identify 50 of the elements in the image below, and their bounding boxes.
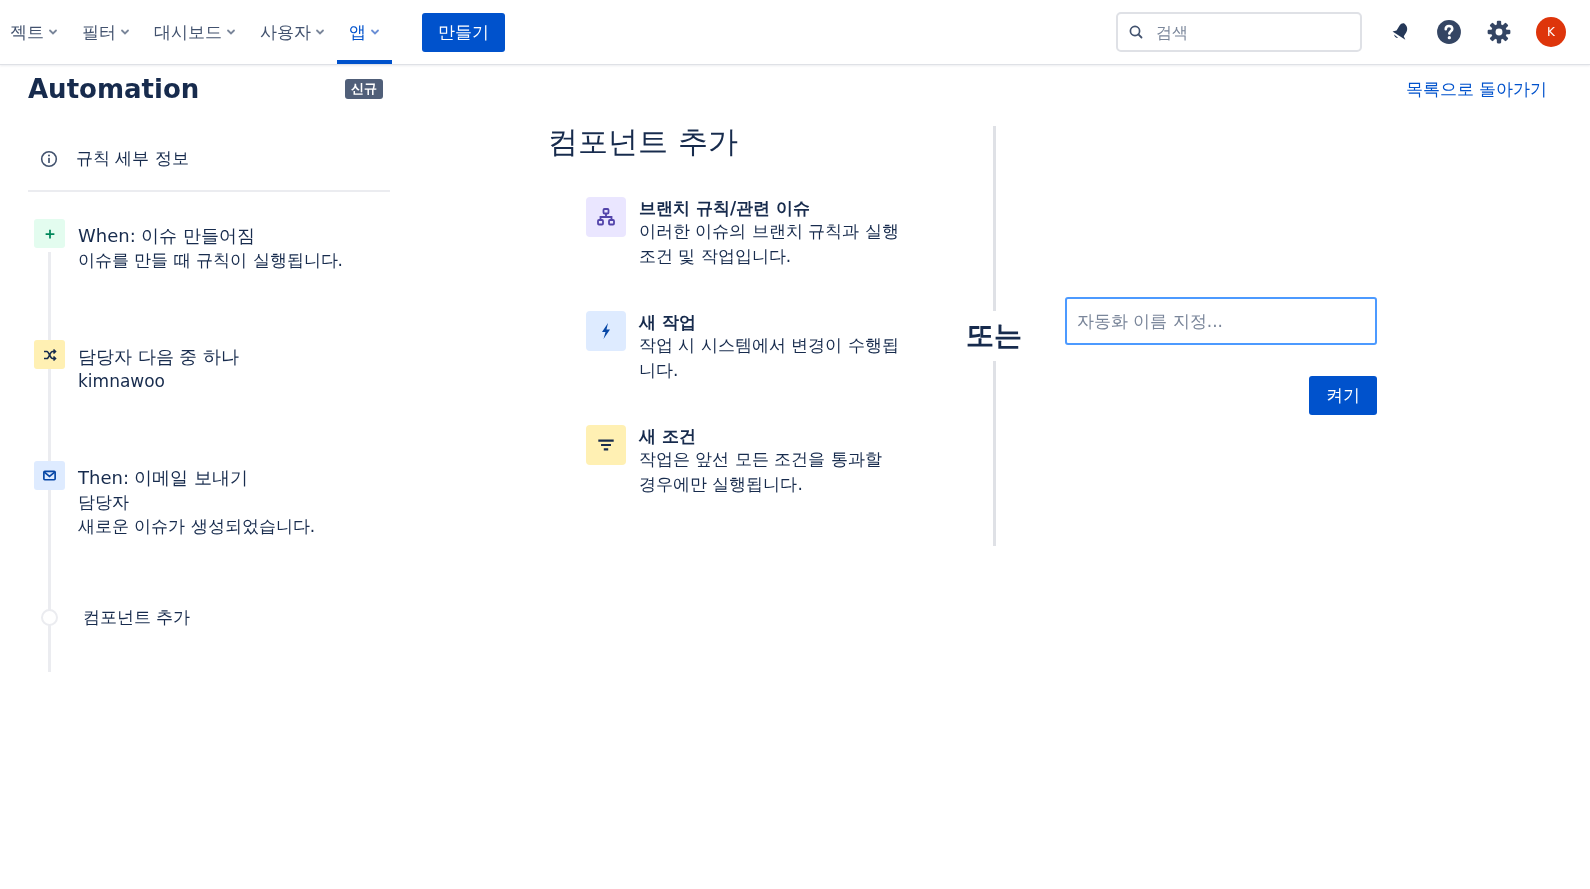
search-field[interactable]: 검색 [1116, 12, 1362, 52]
rule-step[interactable]: When: 이슈 만들어짐 이슈를 만들 때 규칙이 실행됩니다. [28, 219, 390, 340]
step-title: Then: 이메일 보내기 [78, 466, 250, 490]
or-label: 또는 [966, 318, 1022, 354]
hierarchy-icon [586, 197, 626, 237]
step-detail: 이슈를 만들 때 규칙이 실행됩니다. [78, 249, 344, 272]
section-heading: 컴포넌트 추가 [548, 123, 739, 161]
user-avatar[interactable]: K [1536, 17, 1566, 47]
component-option[interactable]: 브랜치 규칙/관련 이슈 이러한 이슈의 브랜치 규칙과 실행 조건 및 작업입니다. [586, 197, 968, 311]
step-detail: kimnawoo [78, 370, 167, 393]
rule-step[interactable]: Then: 이메일 보내기 담당자 새로운 이슈가 생성되었습니다. [28, 461, 390, 582]
chevron-down-icon [120, 27, 130, 37]
back-to-list-link[interactable]: 목록으로 돌아가기 [1405, 77, 1547, 101]
chevron-down-icon [226, 27, 236, 37]
step-detail: 담당자 [78, 491, 130, 514]
step-title: 담당자 다음 중 하나 [78, 345, 240, 369]
turn-on-button[interactable]: 켜기 [1309, 376, 1377, 415]
option-title: 브랜치 규칙/관련 이슈 [639, 197, 812, 219]
step-detail: 새로운 이슈가 생성되었습니다. [78, 515, 316, 538]
automation-name-input[interactable]: 자동화 이름 지정... [1065, 297, 1377, 345]
rule-step[interactable]: 담당자 다음 중 하나 kimnawoo [28, 340, 390, 461]
option-title: 새 작업 [639, 311, 697, 333]
new-badge: 신규 [345, 79, 383, 99]
chevron-down-icon [370, 27, 380, 37]
rule-details-item[interactable]: 규칙 세부 정보 [28, 109, 390, 192]
add-component-item[interactable]: 컴포넌트 추가 [28, 606, 390, 629]
chevron-down-icon [48, 27, 58, 37]
nav-menu-item[interactable]: 젝트 [0, 0, 70, 64]
lightning-bolt-icon [586, 311, 626, 351]
nav-menu-item[interactable]: 필터 [70, 0, 142, 64]
plus-icon [34, 219, 65, 248]
page-title: Automation [28, 74, 200, 104]
option-description: 작업 시 시스템에서 변경이 수행됩니다. [639, 334, 899, 382]
nav-menu-item[interactable]: 앱 [337, 0, 392, 64]
settings-icon[interactable] [1486, 19, 1512, 45]
nav-menu-item[interactable]: 대시보드 [142, 0, 248, 64]
shuffle-icon [34, 340, 65, 369]
component-option[interactable]: 새 조건 작업은 앞선 모든 조건을 통과할 경우에만 실행됩니다. [586, 425, 968, 539]
envelope-icon [34, 461, 65, 490]
chevron-down-icon [315, 27, 325, 37]
option-description: 작업은 앞선 모든 조건을 통과할 경우에만 실행됩니다. [639, 448, 883, 496]
help-icon[interactable] [1436, 19, 1462, 45]
step-title: When: 이슈 만들어짐 [78, 224, 256, 248]
filter-icon [586, 425, 626, 465]
nav-menu-item[interactable]: 사용자 [248, 0, 337, 64]
option-title: 새 조건 [639, 425, 697, 447]
option-description: 이러한 이슈의 브랜치 규칙과 실행 조건 및 작업입니다. [639, 220, 899, 268]
info-icon [40, 149, 58, 168]
component-option[interactable]: 새 작업 작업 시 시스템에서 변경이 수행됩니다. [586, 311, 968, 425]
create-button[interactable]: 만들기 [422, 12, 505, 52]
